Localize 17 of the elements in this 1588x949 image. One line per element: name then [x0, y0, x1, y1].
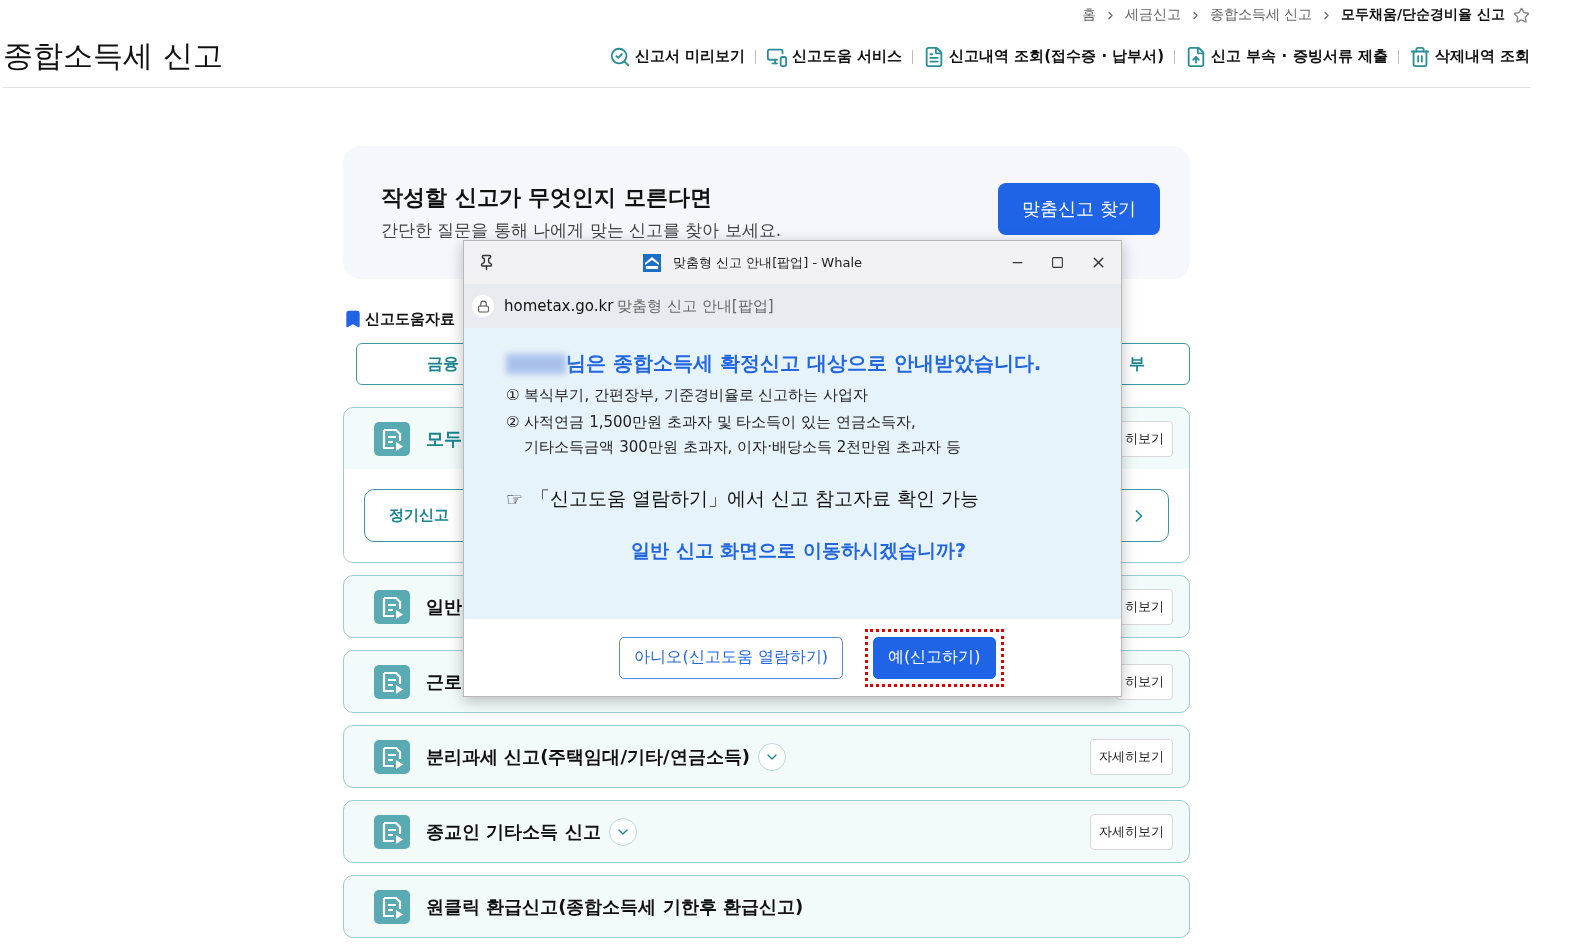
breadcrumb-current: 모두채움/단순경비율 신고	[1341, 6, 1505, 24]
question-text: 일반 신고 화면으로 이동하시겠습니까?	[630, 538, 967, 563]
note-text: 「신고도움 열람하기」에서 신고 참고자료 확인 가능	[531, 486, 980, 511]
list-text: 기타소득금액 300만원 초과자, 이자·배당소득 2천만원 초과자 등	[524, 437, 961, 458]
list-text: 복식부기, 간편장부, 기준경비율로 신고하는 사업자	[524, 385, 869, 406]
window-title: 맞춤형 신고 안내[팝업] - Whale	[672, 253, 862, 272]
list-marker: ①	[506, 385, 520, 406]
url-text: hometax.go.kr	[504, 297, 614, 315]
page-title: 종합소득세 신고	[3, 37, 223, 75]
pointing-hand-icon: ☞	[506, 488, 524, 510]
list-text: 사적연금 1,500만원 초과자 및 타소득이 있는 연금소득자,	[524, 412, 917, 433]
banner-title: 작성할 신고가 무엇인지 모른다면	[381, 184, 713, 212]
popup-headline: 님은 종합소득세 확정신고 대상으로 안내받았습니다.	[566, 350, 1042, 377]
list-marker: ②	[506, 412, 520, 433]
banner-subtitle: 간단한 질문을 통해 나에게 맞는 신고를 찾아 보세요.	[381, 219, 782, 242]
page-title-text: 맞춤형 신고 안내[팝업]	[617, 296, 774, 316]
section-title: 신고도움자료	[365, 309, 455, 329]
